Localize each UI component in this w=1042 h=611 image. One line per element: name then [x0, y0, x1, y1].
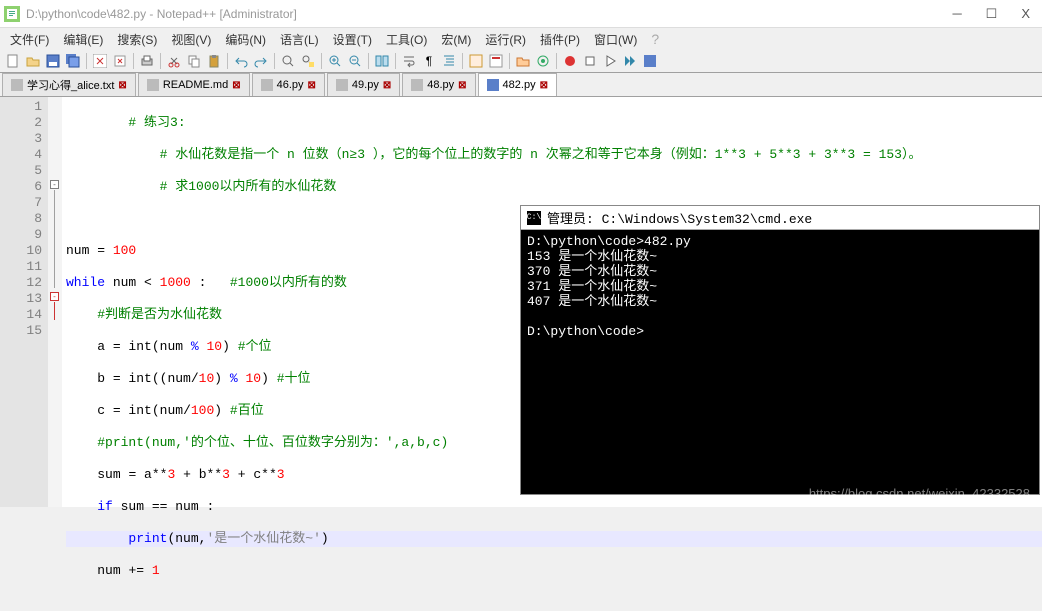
- save-macro-icon[interactable]: [641, 52, 659, 70]
- menu-edit[interactable]: 编辑(E): [57, 29, 109, 50]
- func-list-icon[interactable]: [467, 52, 485, 70]
- menu-run[interactable]: 运行(R): [479, 29, 532, 50]
- close-icon[interactable]: ⊠: [540, 80, 548, 91]
- terminal-title-text: 管理员: C:\Windows\System32\cmd.exe: [547, 208, 812, 227]
- cmd-icon: C:\: [527, 211, 541, 225]
- window-title: D:\python\code\482.py - Notepad++ [Admin…: [26, 7, 952, 21]
- tab-file-4[interactable]: 48.py⊠: [402, 73, 475, 96]
- menu-view[interactable]: 视图(V): [165, 29, 217, 50]
- monitor-icon[interactable]: [534, 52, 552, 70]
- tab-file-1[interactable]: README.md⊠: [138, 73, 250, 96]
- play-icon[interactable]: [601, 52, 619, 70]
- zoom-out-icon[interactable]: [346, 52, 364, 70]
- menu-tools[interactable]: 工具(O): [380, 29, 433, 50]
- terminal-output[interactable]: D:\python\code>482.py 153 是一个水仙花数~ 370 是…: [521, 230, 1039, 343]
- paste-icon[interactable]: [205, 52, 223, 70]
- terminal-window: C:\ 管理员: C:\Windows\System32\cmd.exe D:\…: [520, 205, 1040, 495]
- new-file-icon[interactable]: [4, 52, 22, 70]
- copy-icon[interactable]: [185, 52, 203, 70]
- undo-icon[interactable]: [232, 52, 250, 70]
- open-file-icon[interactable]: [24, 52, 42, 70]
- close-button[interactable]: X: [1021, 6, 1030, 22]
- folder-icon[interactable]: [514, 52, 532, 70]
- watermark: https://blog.csdn.net/weixin_42332528: [809, 486, 1030, 501]
- tab-file-2[interactable]: 46.py⊠: [252, 73, 325, 96]
- fold-column: - -: [48, 97, 62, 507]
- menu-settings[interactable]: 设置(T): [327, 29, 378, 50]
- menubar: 文件(F) 编辑(E) 搜索(S) 视图(V) 编码(N) 语言(L) 设置(T…: [0, 28, 1042, 50]
- toolbar: ¶: [0, 50, 1042, 73]
- minimize-button[interactable]: ─: [952, 6, 961, 22]
- tab-file-5[interactable]: 482.py⊠: [478, 73, 557, 96]
- close-all-icon[interactable]: [111, 52, 129, 70]
- tab-bar: 学习心得_alice.txt⊠ README.md⊠ 46.py⊠ 49.py⊠…: [0, 73, 1042, 97]
- close-icon[interactable]: ⊠: [232, 80, 240, 91]
- sync-scroll-icon[interactable]: [373, 52, 391, 70]
- terminal-titlebar[interactable]: C:\ 管理员: C:\Windows\System32\cmd.exe: [521, 206, 1039, 230]
- menu-language[interactable]: 语言(L): [274, 29, 325, 50]
- close-file-icon[interactable]: [91, 52, 109, 70]
- tab-file-3[interactable]: 49.py⊠: [327, 73, 400, 96]
- close-icon[interactable]: ⊠: [383, 80, 391, 91]
- save-all-icon[interactable]: [64, 52, 82, 70]
- print-icon[interactable]: [138, 52, 156, 70]
- menu-search[interactable]: 搜索(S): [111, 29, 163, 50]
- fold-toggle-icon[interactable]: -: [50, 180, 59, 189]
- app-icon: [4, 6, 20, 22]
- doc-map-icon[interactable]: [487, 52, 505, 70]
- stop-icon[interactable]: [581, 52, 599, 70]
- menu-macro[interactable]: 宏(M): [435, 29, 477, 50]
- maximize-button[interactable]: ☐: [986, 6, 998, 22]
- record-icon[interactable]: [561, 52, 579, 70]
- save-icon[interactable]: [44, 52, 62, 70]
- play-multi-icon[interactable]: [621, 52, 639, 70]
- wrap-icon[interactable]: [400, 52, 418, 70]
- close-icon[interactable]: ⊠: [308, 80, 316, 91]
- menu-encoding[interactable]: 编码(N): [219, 29, 272, 50]
- zoom-in-icon[interactable]: [326, 52, 344, 70]
- menu-plugins[interactable]: 插件(P): [534, 29, 586, 50]
- find-icon[interactable]: [279, 52, 297, 70]
- window-controls: ─ ☐ X: [952, 6, 1038, 22]
- tab-file-0[interactable]: 学习心得_alice.txt⊠: [2, 73, 136, 96]
- close-icon[interactable]: ⊠: [118, 80, 126, 91]
- line-number-gutter: 123456789101112131415: [0, 97, 48, 507]
- show-all-chars-icon[interactable]: ¶: [420, 52, 438, 70]
- cut-icon[interactable]: [165, 52, 183, 70]
- titlebar: D:\python\code\482.py - Notepad++ [Admin…: [0, 0, 1042, 28]
- fold-toggle-icon[interactable]: -: [50, 292, 59, 301]
- replace-icon[interactable]: [299, 52, 317, 70]
- menu-window[interactable]: 窗口(W): [588, 29, 643, 50]
- redo-icon[interactable]: [252, 52, 270, 70]
- menu-file[interactable]: 文件(F): [4, 29, 55, 50]
- indent-guide-icon[interactable]: [440, 52, 458, 70]
- menu-help[interactable]: ?: [645, 31, 665, 47]
- close-icon[interactable]: ⊠: [458, 80, 466, 91]
